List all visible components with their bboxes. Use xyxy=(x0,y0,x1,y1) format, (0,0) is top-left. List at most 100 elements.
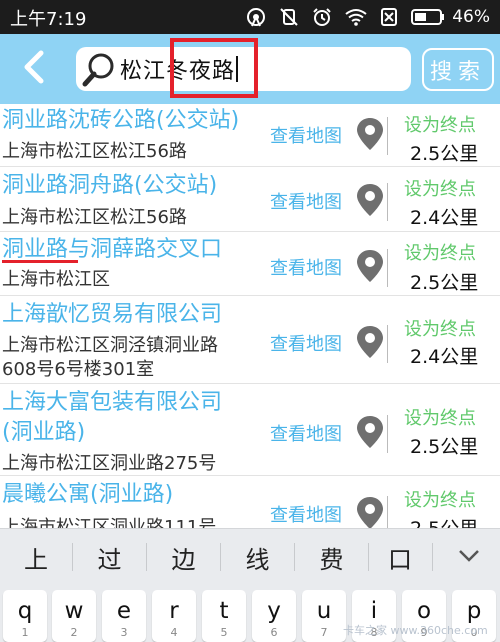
candidate-word[interactable]: 边 xyxy=(147,529,220,585)
distance-value: 2.5公里 xyxy=(410,436,479,458)
set-destination-button[interactable]: 设为终点 xyxy=(404,486,476,512)
key-r[interactable]: r4 xyxy=(152,590,196,642)
divider xyxy=(387,117,388,155)
map-pin-icon[interactable] xyxy=(354,324,386,360)
chevron-left-icon xyxy=(21,49,47,89)
key-number: 6 xyxy=(270,626,278,639)
key-number: 1 xyxy=(21,626,29,639)
search-icon xyxy=(80,50,120,94)
key-letter: y xyxy=(267,598,281,624)
divider xyxy=(432,543,433,571)
result-title-line-2[interactable]: (洞业路) xyxy=(2,418,85,448)
key-number: 4 xyxy=(170,626,178,639)
key-q[interactable]: q1 xyxy=(3,590,47,642)
result-address: 上海市松江区 xyxy=(2,269,110,290)
result-title[interactable]: 洞业路洞舟路(公交站) xyxy=(2,171,217,201)
expand-candidates-button[interactable] xyxy=(440,529,498,585)
map-pin-icon[interactable] xyxy=(354,182,386,218)
key-t[interactable]: t5 xyxy=(202,590,246,642)
divider xyxy=(387,249,388,287)
result-address: 上海市松江区洞业路275号 xyxy=(2,453,217,474)
result-title[interactable]: 晨曦公寓(洞业路) xyxy=(2,480,173,510)
set-destination-button[interactable]: 设为终点 xyxy=(404,111,476,137)
key-letter: i xyxy=(370,598,378,624)
list-item[interactable]: 洞业路沈砖公路(公交站) 上海市松江区松江56路 查看地图 设为终点 2.5公里 xyxy=(0,104,500,167)
key-w[interactable]: w2 xyxy=(52,590,96,642)
divider xyxy=(387,183,388,221)
candidate-word[interactable]: 口 xyxy=(369,529,431,585)
result-address: 上海市松江区洞泾镇洞业路 xyxy=(2,335,218,356)
results-list: 洞业路沈砖公路(公交站) 上海市松江区松江56路 查看地图 设为终点 2.5公里… xyxy=(0,104,500,528)
divider xyxy=(387,496,388,528)
view-map-link[interactable]: 查看地图 xyxy=(270,501,354,527)
red-underline xyxy=(2,260,78,263)
key-number: 5 xyxy=(220,626,228,639)
distance-value: 2.4公里 xyxy=(410,346,479,368)
candidate-word[interactable]: 过 xyxy=(73,529,146,585)
hotspot-icon xyxy=(246,7,266,27)
distance-value: 2.5公里 xyxy=(410,143,479,165)
key-letter: w xyxy=(64,598,84,624)
key-number: 7 xyxy=(320,626,328,639)
search-button[interactable]: 搜索 xyxy=(422,48,494,91)
result-address: 上海市松江区松江56路 xyxy=(2,207,187,228)
view-map-link[interactable]: 查看地图 xyxy=(270,188,354,214)
result-title[interactable]: 上海歆忆贸易有限公司 xyxy=(2,300,222,330)
status-bar: 上午7:19 46% xyxy=(0,0,500,34)
distance-value: 2.5公里 xyxy=(410,272,479,294)
vibrate-mute-icon xyxy=(279,7,299,27)
back-button[interactable] xyxy=(12,47,56,91)
divider xyxy=(387,415,388,453)
view-map-link[interactable]: 查看地图 xyxy=(270,122,354,148)
key-u[interactable]: u7 xyxy=(302,590,346,642)
result-address-line-2: 608号6号楼301室 xyxy=(2,359,155,380)
result-address: 上海市松江区松江56路 xyxy=(2,141,187,162)
result-address: 上海市松江区洞业路111号 xyxy=(2,517,217,528)
status-time: 上午7:19 xyxy=(10,9,87,30)
result-title[interactable]: 上海大富包装有限公司 xyxy=(2,388,222,418)
key-letter: u xyxy=(316,598,332,624)
list-item[interactable]: 上海大富包装有限公司 (洞业路) 上海市松江区洞业路275号 查看地图 设为终点… xyxy=(0,384,500,476)
candidate-word[interactable]: 费 xyxy=(295,529,368,585)
list-item[interactable]: 洞业路洞舟路(公交站) 上海市松江区松江56路 查看地图 设为终点 2.4公里 xyxy=(0,167,500,232)
key-letter: t xyxy=(219,598,229,624)
key-number: 2 xyxy=(70,626,78,639)
key-letter: p xyxy=(466,598,482,624)
view-map-link[interactable]: 查看地图 xyxy=(270,330,354,356)
key-letter: e xyxy=(116,598,132,624)
key-y[interactable]: y6 xyxy=(252,590,296,642)
set-destination-button[interactable]: 设为终点 xyxy=(404,404,476,430)
list-item[interactable]: 洞业路与洞薛路交叉口 上海市松江区 查看地图 设为终点 2.5公里 xyxy=(0,232,500,296)
status-icons: 46% xyxy=(246,5,490,29)
result-title[interactable]: 洞业路沈砖公路(公交站) xyxy=(2,106,239,136)
candidate-word[interactable]: 线 xyxy=(221,529,294,585)
set-destination-button[interactable]: 设为终点 xyxy=(404,239,476,265)
view-map-link[interactable]: 查看地图 xyxy=(270,254,354,280)
set-destination-button[interactable]: 设为终点 xyxy=(404,175,476,201)
candidate-bar: 上 过 边 线 费 口 xyxy=(0,528,500,584)
map-pin-icon[interactable] xyxy=(354,248,386,284)
map-pin-icon[interactable] xyxy=(354,414,386,450)
view-map-link[interactable]: 查看地图 xyxy=(270,420,354,446)
divider xyxy=(387,325,388,363)
chevron-down-icon xyxy=(458,548,480,567)
key-letter: r xyxy=(169,598,179,624)
watermark: 卡车之家 www.360che.com xyxy=(343,624,488,637)
map-pin-icon[interactable] xyxy=(354,116,386,152)
list-item[interactable]: 上海歆忆贸易有限公司 上海市松江区洞泾镇洞业路 608号6号楼301室 查看地图… xyxy=(0,296,500,384)
key-letter: o xyxy=(416,598,432,624)
battery-icon xyxy=(411,8,445,26)
key-e[interactable]: e3 xyxy=(102,590,146,642)
key-letter: q xyxy=(17,598,33,624)
alarm-icon xyxy=(312,7,332,27)
battery-percent: 46% xyxy=(452,7,490,27)
wifi-icon xyxy=(345,8,367,26)
list-item[interactable]: 晨曦公寓(洞业路) 上海市松江区洞业路111号 查看地图 设为终点 2.5公里 xyxy=(0,476,500,528)
distance-value: 2.5公里 xyxy=(410,514,478,528)
distance-value: 2.4公里 xyxy=(410,207,479,229)
key-number: 3 xyxy=(120,626,128,639)
no-sim-icon xyxy=(380,7,398,27)
map-pin-icon[interactable] xyxy=(354,495,386,528)
set-destination-button[interactable]: 设为终点 xyxy=(404,315,476,341)
candidate-word[interactable]: 上 xyxy=(0,529,72,585)
